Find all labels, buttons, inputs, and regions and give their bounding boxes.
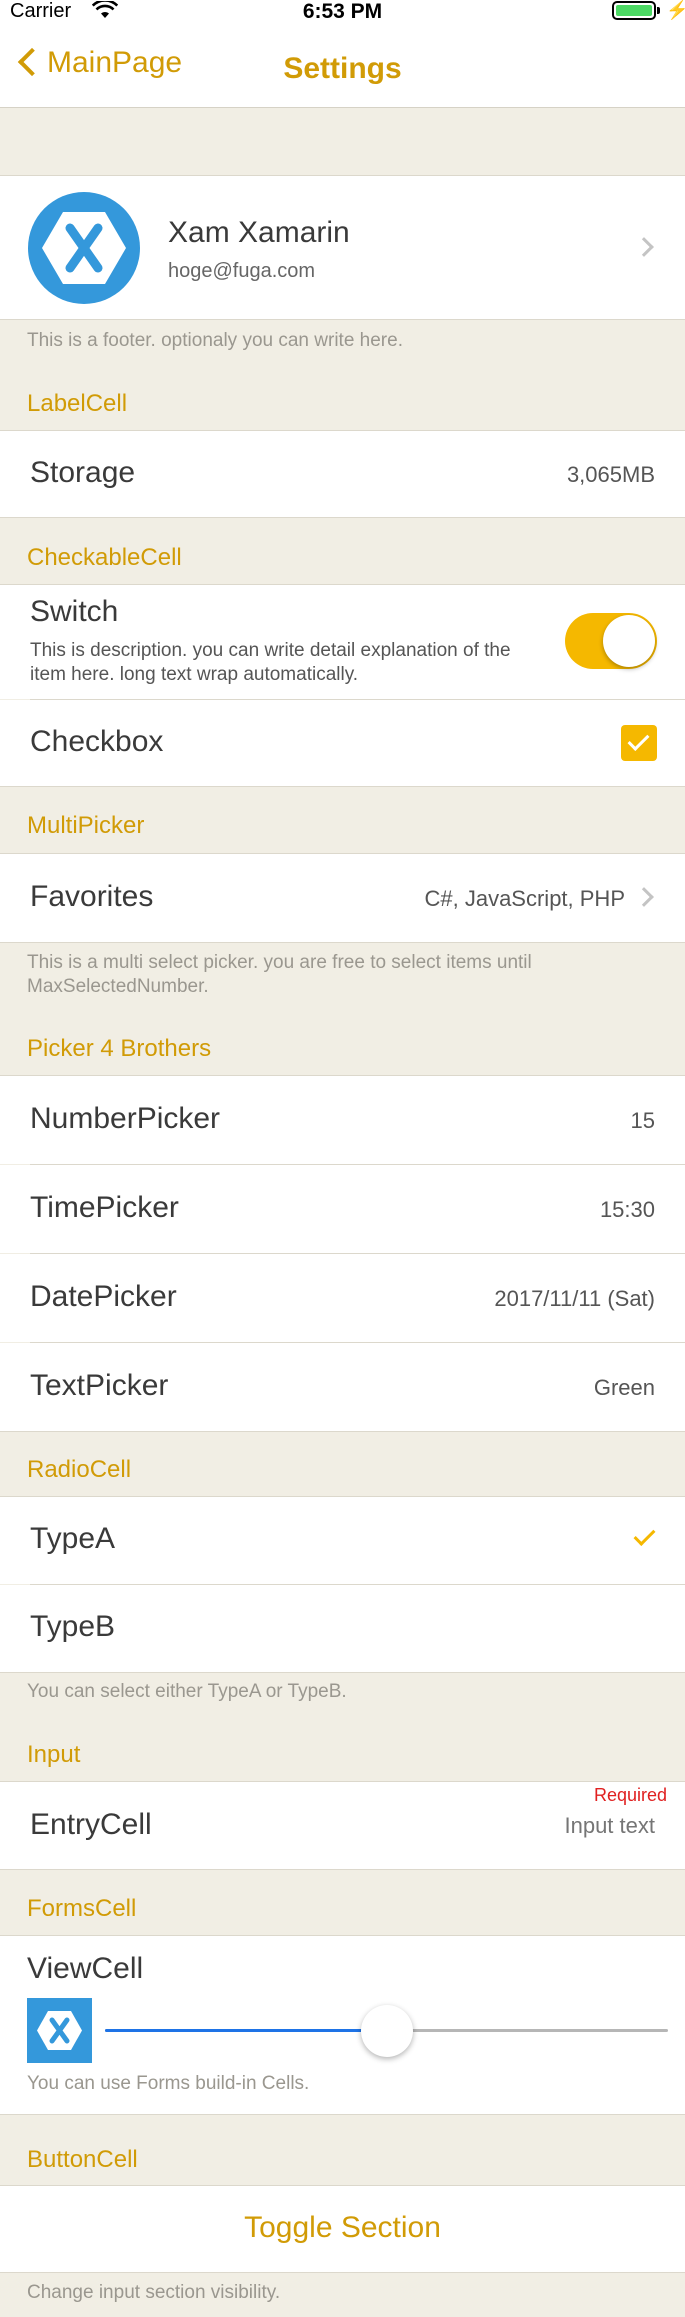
profile-email: hoge@fuga.com — [168, 260, 316, 282]
label-section-header: LabelCell — [27, 390, 128, 417]
radio-option-typea[interactable]: TypeA — [0, 1497, 685, 1584]
input-section-header: Input — [27, 1741, 81, 1768]
chevron-right-icon — [634, 237, 654, 257]
date-picker-title: DatePicker — [30, 1280, 177, 1313]
radio-section-header: RadioCell — [27, 1456, 132, 1483]
text-picker-cell[interactable]: TextPicker Green — [0, 1343, 685, 1431]
checkbox-cell[interactable]: Checkbox — [0, 700, 685, 786]
switch-description: This is description. you can write detai… — [30, 640, 511, 685]
favorites-title: Favorites — [30, 880, 154, 913]
button-footer: Change input section visibility. — [27, 2282, 281, 2303]
storage-cell: Storage 3,065MB — [0, 431, 685, 517]
charging-bolt-icon: ⚡ — [666, 0, 685, 20]
xamarin-logo-icon — [27, 1998, 92, 2063]
number-picker-cell[interactable]: NumberPicker 15 — [0, 1076, 685, 1164]
switch-title: Switch — [30, 595, 119, 628]
view-cell-title: ViewCell — [27, 1952, 144, 1985]
chevron-right-icon — [634, 887, 654, 907]
number-picker-title: NumberPicker — [30, 1102, 221, 1135]
multipicker-footer: This is a multi select picker. you are f… — [27, 952, 532, 997]
slider[interactable] — [105, 2005, 668, 2057]
date-picker-cell[interactable]: DatePicker 2017/11/11 (Sat) — [0, 1254, 685, 1342]
radio-typeb-label: TypeB — [30, 1610, 116, 1643]
toggle-section-button[interactable]: Toggle Section — [0, 2186, 685, 2272]
xamarin-logo-icon — [28, 192, 140, 304]
checkbox-title: Checkbox — [30, 725, 164, 758]
storage-value: 3,065MB — [566, 462, 655, 487]
page-title: Settings — [283, 52, 402, 85]
multipicker-section-header: MultiPicker — [27, 812, 145, 839]
text-picker-value: Green — [593, 1375, 655, 1400]
time-picker-cell[interactable]: TimePicker 15:30 — [0, 1165, 685, 1253]
radio-option-typeb[interactable]: TypeB — [0, 1585, 685, 1672]
navigation-bar: MainPage Settings — [0, 22, 685, 108]
pickers-section-header: Picker 4 Brothers — [27, 1035, 212, 1062]
favorites-cell[interactable]: Favorites C#, JavaScript, PHP — [0, 854, 685, 942]
toggle-section-label: Toggle Section — [244, 2211, 441, 2244]
checkmark-icon — [633, 1524, 656, 1546]
checkmark-icon — [627, 729, 650, 751]
checkable-section-header: CheckableCell — [27, 544, 182, 571]
forms-footer: You can use Forms build-in Cells. — [27, 2073, 310, 2094]
required-label: Required — [593, 1785, 667, 1805]
profile-name: Xam Xamarin — [168, 216, 350, 249]
text-picker-title: TextPicker — [30, 1369, 169, 1402]
switch-cell[interactable]: Switch This is description. you can writ… — [0, 585, 685, 699]
view-cell: ViewCell You can use Forms build-in Cell… — [0, 1936, 685, 2114]
entry-title: EntryCell — [30, 1808, 152, 1841]
storage-title: Storage — [30, 456, 136, 489]
favorites-value: C#, JavaScript, PHP — [424, 886, 625, 911]
entry-cell[interactable]: EntryCell Required — [0, 1782, 685, 1869]
profile-cell[interactable]: Xam Xamarin hoge@fuga.com — [0, 176, 685, 319]
battery-icon — [612, 1, 656, 20]
checkbox[interactable] — [621, 725, 657, 761]
time-picker-title: TimePicker — [30, 1191, 179, 1224]
forms-section-header: FormsCell — [27, 1895, 137, 1922]
radio-footer: You can select either TypeA or TypeB. — [27, 1681, 347, 1702]
radio-typea-label: TypeA — [30, 1522, 116, 1555]
date-picker-value: 2017/11/11 (Sat) — [494, 1286, 655, 1311]
status-bar: Carrier 6:53 PM ⚡ — [0, 0, 685, 23]
button-section-header: ButtonCell — [27, 2146, 138, 2173]
slider-fill — [105, 2029, 387, 2032]
clock: 6:53 PM — [302, 0, 383, 23]
slider-thumb[interactable] — [360, 2005, 413, 2057]
number-picker-value: 15 — [630, 1108, 655, 1133]
profile-footer: This is a footer. optionaly you can writ… — [27, 330, 403, 351]
time-picker-value: 15:30 — [599, 1197, 655, 1222]
entry-input[interactable] — [405, 1811, 655, 1841]
switch-knob — [603, 615, 655, 667]
switch-toggle[interactable] — [565, 613, 657, 669]
